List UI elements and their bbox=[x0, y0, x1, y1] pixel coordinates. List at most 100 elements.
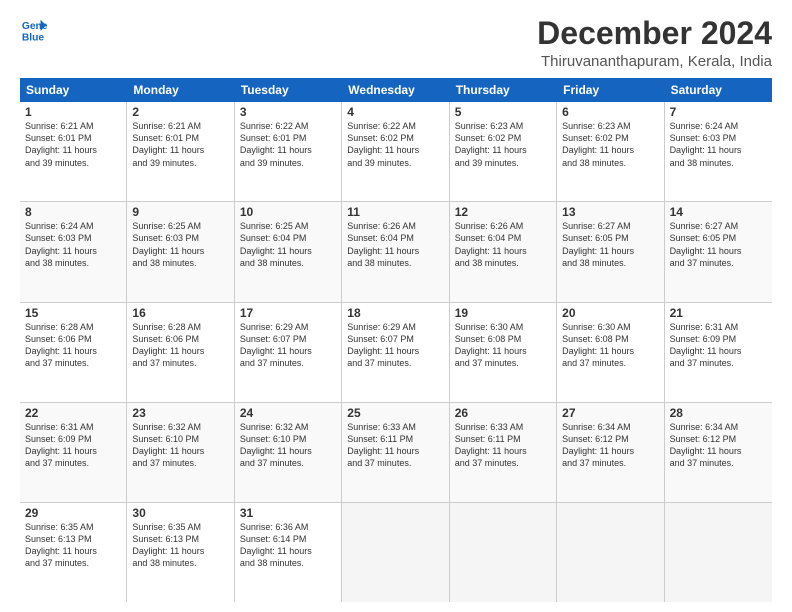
day-number: 16 bbox=[132, 306, 228, 320]
day-number: 22 bbox=[25, 406, 121, 420]
day-number: 2 bbox=[132, 105, 228, 119]
weekday-header: Friday bbox=[557, 78, 664, 102]
day-info: Sunrise: 6:21 AMSunset: 6:01 PMDaylight:… bbox=[132, 120, 228, 169]
day-info: Sunrise: 6:30 AMSunset: 6:08 PMDaylight:… bbox=[562, 321, 658, 370]
calendar-cell: 8Sunrise: 6:24 AMSunset: 6:03 PMDaylight… bbox=[20, 202, 127, 301]
logo: General Blue bbox=[20, 16, 48, 44]
day-info: Sunrise: 6:36 AMSunset: 6:14 PMDaylight:… bbox=[240, 521, 336, 570]
day-number: 25 bbox=[347, 406, 443, 420]
weekday-header: Saturday bbox=[665, 78, 772, 102]
day-info: Sunrise: 6:29 AMSunset: 6:07 PMDaylight:… bbox=[240, 321, 336, 370]
day-number: 12 bbox=[455, 205, 551, 219]
day-number: 30 bbox=[132, 506, 228, 520]
calendar-cell: 23Sunrise: 6:32 AMSunset: 6:10 PMDayligh… bbox=[127, 403, 234, 502]
day-info: Sunrise: 6:25 AMSunset: 6:04 PMDaylight:… bbox=[240, 220, 336, 269]
day-number: 11 bbox=[347, 205, 443, 219]
day-info: Sunrise: 6:24 AMSunset: 6:03 PMDaylight:… bbox=[670, 120, 767, 169]
day-number: 19 bbox=[455, 306, 551, 320]
calendar-cell: 31Sunrise: 6:36 AMSunset: 6:14 PMDayligh… bbox=[235, 503, 342, 602]
day-number: 29 bbox=[25, 506, 121, 520]
day-number: 31 bbox=[240, 506, 336, 520]
calendar-cell: 28Sunrise: 6:34 AMSunset: 6:12 PMDayligh… bbox=[665, 403, 772, 502]
day-info: Sunrise: 6:33 AMSunset: 6:11 PMDaylight:… bbox=[455, 421, 551, 470]
calendar-cell: 11Sunrise: 6:26 AMSunset: 6:04 PMDayligh… bbox=[342, 202, 449, 301]
calendar-cell: 16Sunrise: 6:28 AMSunset: 6:06 PMDayligh… bbox=[127, 303, 234, 402]
day-number: 26 bbox=[455, 406, 551, 420]
calendar-cell: 17Sunrise: 6:29 AMSunset: 6:07 PMDayligh… bbox=[235, 303, 342, 402]
day-number: 21 bbox=[670, 306, 767, 320]
calendar-cell: 26Sunrise: 6:33 AMSunset: 6:11 PMDayligh… bbox=[450, 403, 557, 502]
calendar-cell: 15Sunrise: 6:28 AMSunset: 6:06 PMDayligh… bbox=[20, 303, 127, 402]
calendar-cell: 25Sunrise: 6:33 AMSunset: 6:11 PMDayligh… bbox=[342, 403, 449, 502]
day-info: Sunrise: 6:32 AMSunset: 6:10 PMDaylight:… bbox=[132, 421, 228, 470]
calendar-cell: 14Sunrise: 6:27 AMSunset: 6:05 PMDayligh… bbox=[665, 202, 772, 301]
calendar-cell: 10Sunrise: 6:25 AMSunset: 6:04 PMDayligh… bbox=[235, 202, 342, 301]
day-info: Sunrise: 6:31 AMSunset: 6:09 PMDaylight:… bbox=[25, 421, 121, 470]
day-info: Sunrise: 6:23 AMSunset: 6:02 PMDaylight:… bbox=[562, 120, 658, 169]
calendar-cell: 27Sunrise: 6:34 AMSunset: 6:12 PMDayligh… bbox=[557, 403, 664, 502]
header: General Blue December 2024 Thiruvanantha… bbox=[20, 16, 772, 70]
day-number: 18 bbox=[347, 306, 443, 320]
title-block: December 2024 Thiruvananthapuram, Kerala… bbox=[537, 16, 772, 70]
main-title: December 2024 bbox=[537, 16, 772, 51]
day-number: 4 bbox=[347, 105, 443, 119]
day-number: 8 bbox=[25, 205, 121, 219]
day-info: Sunrise: 6:32 AMSunset: 6:10 PMDaylight:… bbox=[240, 421, 336, 470]
day-info: Sunrise: 6:26 AMSunset: 6:04 PMDaylight:… bbox=[455, 220, 551, 269]
day-info: Sunrise: 6:34 AMSunset: 6:12 PMDaylight:… bbox=[562, 421, 658, 470]
day-number: 17 bbox=[240, 306, 336, 320]
day-info: Sunrise: 6:23 AMSunset: 6:02 PMDaylight:… bbox=[455, 120, 551, 169]
svg-text:Blue: Blue bbox=[22, 32, 45, 43]
day-number: 3 bbox=[240, 105, 336, 119]
calendar-cell: 5Sunrise: 6:23 AMSunset: 6:02 PMDaylight… bbox=[450, 102, 557, 201]
calendar-cell: 6Sunrise: 6:23 AMSunset: 6:02 PMDaylight… bbox=[557, 102, 664, 201]
day-info: Sunrise: 6:30 AMSunset: 6:08 PMDaylight:… bbox=[455, 321, 551, 370]
calendar-cell bbox=[342, 503, 449, 602]
day-number: 1 bbox=[25, 105, 121, 119]
day-info: Sunrise: 6:29 AMSunset: 6:07 PMDaylight:… bbox=[347, 321, 443, 370]
day-info: Sunrise: 6:24 AMSunset: 6:03 PMDaylight:… bbox=[25, 220, 121, 269]
day-number: 10 bbox=[240, 205, 336, 219]
weekday-header: Tuesday bbox=[235, 78, 342, 102]
calendar: SundayMondayTuesdayWednesdayThursdayFrid… bbox=[20, 78, 772, 602]
day-number: 5 bbox=[455, 105, 551, 119]
page: General Blue December 2024 Thiruvanantha… bbox=[0, 0, 792, 612]
calendar-cell: 22Sunrise: 6:31 AMSunset: 6:09 PMDayligh… bbox=[20, 403, 127, 502]
calendar-cell: 1Sunrise: 6:21 AMSunset: 6:01 PMDaylight… bbox=[20, 102, 127, 201]
day-info: Sunrise: 6:34 AMSunset: 6:12 PMDaylight:… bbox=[670, 421, 767, 470]
day-info: Sunrise: 6:33 AMSunset: 6:11 PMDaylight:… bbox=[347, 421, 443, 470]
day-info: Sunrise: 6:27 AMSunset: 6:05 PMDaylight:… bbox=[562, 220, 658, 269]
day-info: Sunrise: 6:22 AMSunset: 6:02 PMDaylight:… bbox=[347, 120, 443, 169]
calendar-cell: 2Sunrise: 6:21 AMSunset: 6:01 PMDaylight… bbox=[127, 102, 234, 201]
calendar-row: 1 Sunrise: 6:21 AMSunset: 6:01 PMDaylight… bbox=[20, 102, 772, 202]
calendar-header: SundayMondayTuesdayWednesdayThursdayFrid… bbox=[20, 78, 772, 102]
calendar-row: 29Sunrise: 6:35 AMSunset: 6:13 PMDayligh… bbox=[20, 503, 772, 602]
calendar-cell bbox=[557, 503, 664, 602]
day-number: 7 bbox=[670, 105, 767, 119]
calendar-cell: 24Sunrise: 6:32 AMSunset: 6:10 PMDayligh… bbox=[235, 403, 342, 502]
day-number: 28 bbox=[670, 406, 767, 420]
calendar-cell bbox=[665, 503, 772, 602]
calendar-row: 22Sunrise: 6:31 AMSunset: 6:09 PMDayligh… bbox=[20, 403, 772, 503]
calendar-cell: 12Sunrise: 6:26 AMSunset: 6:04 PMDayligh… bbox=[450, 202, 557, 301]
day-number: 15 bbox=[25, 306, 121, 320]
day-number: 23 bbox=[132, 406, 228, 420]
calendar-cell: 3Sunrise: 6:22 AMSunset: 6:01 PMDaylight… bbox=[235, 102, 342, 201]
weekday-header: Monday bbox=[127, 78, 234, 102]
day-info: Sunrise: 6:35 AMSunset: 6:13 PMDaylight:… bbox=[25, 521, 121, 570]
calendar-cell: 13Sunrise: 6:27 AMSunset: 6:05 PMDayligh… bbox=[557, 202, 664, 301]
day-number: 9 bbox=[132, 205, 228, 219]
day-number: 27 bbox=[562, 406, 658, 420]
calendar-cell: 29Sunrise: 6:35 AMSunset: 6:13 PMDayligh… bbox=[20, 503, 127, 602]
subtitle: Thiruvananthapuram, Kerala, India bbox=[537, 53, 772, 70]
calendar-cell: 30Sunrise: 6:35 AMSunset: 6:13 PMDayligh… bbox=[127, 503, 234, 602]
calendar-row: 15 Sunrise: 6:28 AMSunset: 6:06 PMDayligh… bbox=[20, 303, 772, 403]
day-info: Sunrise: 6:26 AMSunset: 6:04 PMDaylight:… bbox=[347, 220, 443, 269]
calendar-cell: 20Sunrise: 6:30 AMSunset: 6:08 PMDayligh… bbox=[557, 303, 664, 402]
weekday-header: Thursday bbox=[450, 78, 557, 102]
day-info: Sunrise: 6:28 AMSunset: 6:06 PMDaylight:… bbox=[132, 321, 228, 370]
day-info: Sunrise: 6:22 AMSunset: 6:01 PMDaylight:… bbox=[240, 120, 336, 169]
calendar-cell: 21Sunrise: 6:31 AMSunset: 6:09 PMDayligh… bbox=[665, 303, 772, 402]
calendar-row: 8Sunrise: 6:24 AMSunset: 6:03 PMDaylight… bbox=[20, 202, 772, 302]
calendar-body: 1 Sunrise: 6:21 AMSunset: 6:01 PMDaylight… bbox=[20, 102, 772, 602]
